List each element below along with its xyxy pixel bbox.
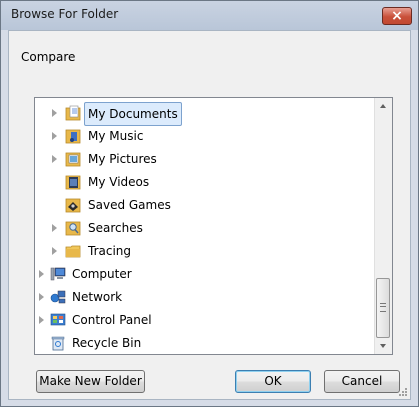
tree-item-saved-games[interactable]: Saved Games [35, 194, 375, 216]
tree-item-recycle-bin[interactable]: Recycle Bin [35, 332, 375, 354]
expand-icon[interactable] [51, 240, 59, 262]
expand-icon[interactable] [51, 148, 59, 170]
saved-games-icon [65, 198, 81, 213]
title-bar[interactable]: Browse For Folder × [1, 1, 418, 30]
folder-tree[interactable]: My Documents My Music My Pictures My Vid… [34, 97, 393, 355]
cancel-button[interactable]: Cancel [324, 370, 400, 393]
music-folder-icon [65, 129, 81, 144]
make-new-folder-button[interactable]: Make New Folder [36, 370, 145, 393]
dialog-body: Compare My Documents My Music My Picture… [8, 30, 411, 400]
network-icon [50, 290, 66, 304]
expand-icon[interactable] [38, 309, 46, 331]
expand-icon[interactable] [51, 102, 59, 124]
expand-icon[interactable] [51, 125, 59, 147]
tree-item-searches[interactable]: Searches [35, 217, 375, 239]
pictures-folder-icon [65, 152, 81, 167]
close-icon: × [391, 8, 403, 24]
tree-item-label: My Videos [88, 175, 150, 189]
tree-item-tracing[interactable]: Tracing [35, 240, 375, 262]
browse-for-folder-dialog: Browse For Folder × Compare My Documents [0, 0, 419, 407]
scroll-down-arrow-icon[interactable] [375, 337, 392, 354]
ok-button[interactable]: OK [235, 370, 311, 393]
tree-item-label: Network [72, 290, 123, 304]
close-button[interactable]: × [382, 7, 412, 25]
tree-item-label: My Documents [84, 102, 182, 126]
tree-item-label: Saved Games [88, 198, 171, 212]
expand-icon[interactable] [51, 217, 59, 239]
tree-item-computer[interactable]: Computer [35, 263, 375, 285]
tree-item-label: Control Panel [72, 313, 152, 327]
folder-icon [65, 245, 81, 258]
scroll-up-arrow-icon[interactable] [375, 98, 392, 115]
control-panel-icon [50, 313, 66, 326]
window-title: Browse For Folder [11, 7, 119, 21]
tree-item-label: Searches [88, 221, 143, 235]
tree-item-my-videos[interactable]: My Videos [35, 171, 375, 193]
computer-icon [50, 267, 66, 281]
tree-item-my-documents[interactable]: My Documents [35, 102, 375, 126]
vertical-scrollbar[interactable] [374, 98, 392, 354]
resize-grip-icon[interactable] [398, 387, 408, 397]
expand-icon[interactable] [38, 263, 46, 285]
tree-item-label: My Pictures [88, 152, 157, 166]
videos-folder-icon [65, 175, 81, 190]
dialog-description: Compare [21, 50, 76, 64]
tree-item-network[interactable]: Network [35, 286, 375, 308]
tree-item-label: Recycle Bin [72, 336, 142, 350]
scrollbar-thumb[interactable] [376, 278, 390, 338]
recycle-bin-icon [51, 336, 65, 351]
tree-item-label: My Music [88, 129, 144, 143]
tree-item-label: Tracing [88, 244, 132, 258]
documents-folder-icon [65, 105, 81, 121]
tree-item-label: Computer [72, 267, 132, 281]
searches-folder-icon [65, 221, 81, 236]
tree-item-my-music[interactable]: My Music [35, 125, 375, 147]
expand-icon[interactable] [38, 286, 46, 308]
tree-item-my-pictures[interactable]: My Pictures [35, 148, 375, 170]
tree-item-control-panel[interactable]: Control Panel [35, 309, 375, 331]
